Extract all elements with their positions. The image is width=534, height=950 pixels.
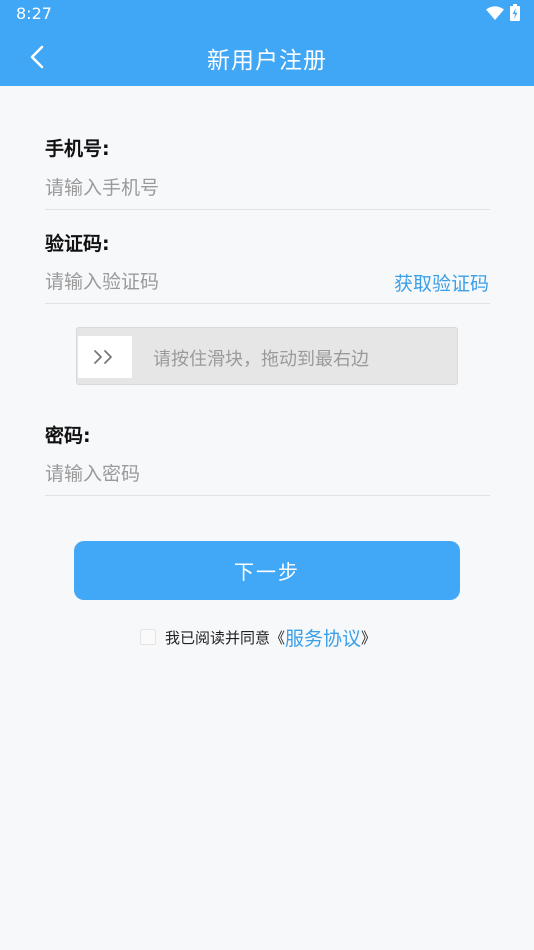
slider-handle[interactable] [78, 336, 132, 378]
code-underline [45, 303, 490, 304]
password-label: 密码: [45, 425, 91, 447]
phone-label: 手机号: [45, 138, 110, 160]
agreement-row: 我已阅读并同意 《 服务协议 》 [140, 624, 376, 650]
phone-input[interactable] [45, 166, 490, 210]
get-code-button[interactable]: 获取验证码 [394, 269, 489, 296]
password-input[interactable] [45, 452, 490, 496]
next-button[interactable]: 下一步 [74, 541, 460, 600]
app-header: 8:27 新用户注册 [0, 0, 534, 86]
agreement-close-bracket: 》 [361, 628, 377, 647]
page-title: 新用户注册 [207, 48, 327, 74]
code-label: 验证码: [45, 233, 110, 255]
agreement-open-bracket: 《 [270, 628, 286, 647]
battery-charging-icon [510, 4, 520, 21]
agreement-text: 我已阅读并同意 [165, 628, 271, 647]
service-agreement-link[interactable]: 服务协议 [285, 624, 361, 651]
code-input[interactable] [45, 260, 375, 304]
nav-bar: 新用户注册 [0, 28, 534, 86]
status-icons [486, 4, 520, 21]
status-time: 8:27 [16, 4, 52, 23]
status-bar: 8:27 [0, 0, 534, 28]
double-chevron-right-icon [94, 350, 112, 364]
agreement-checkbox[interactable] [140, 629, 156, 645]
slider-hint: 请按住滑块，拖动到最右边 [153, 349, 369, 370]
wifi-icon [486, 5, 504, 20]
slider-captcha: 请按住滑块，拖动到最右边 [76, 327, 458, 385]
